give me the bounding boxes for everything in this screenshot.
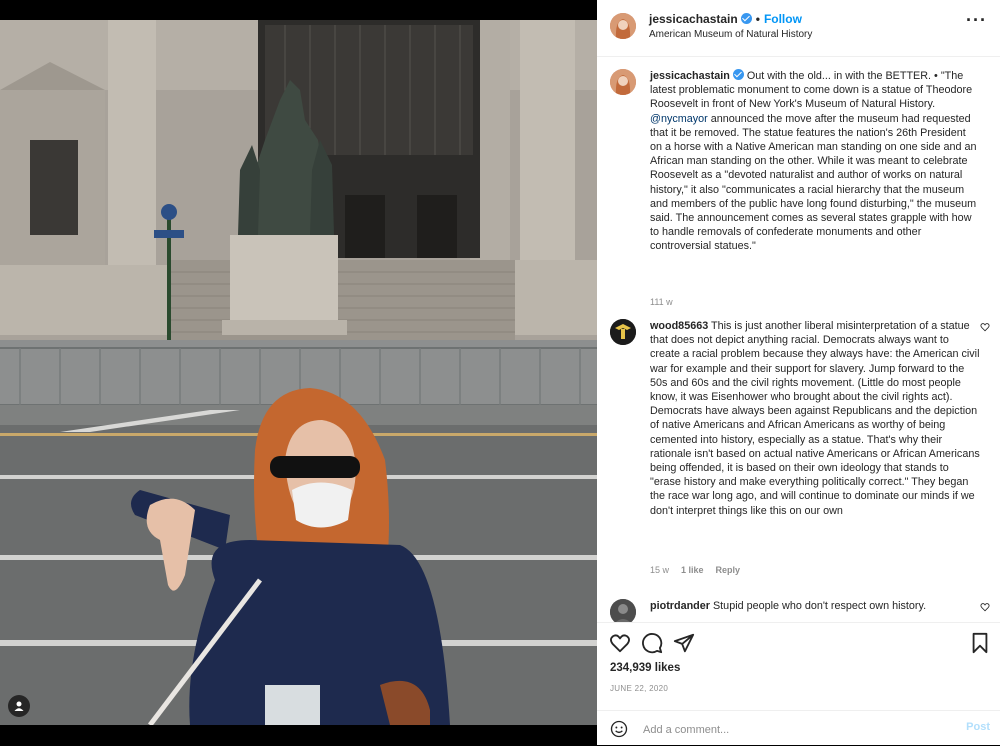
- comment-like-heart-icon[interactable]: [980, 602, 990, 612]
- post-actions: 234,939 likes JUNE 22, 2020: [597, 622, 1000, 711]
- author-avatar[interactable]: [610, 13, 636, 39]
- post-header: jessicachastain • Follow American Museum o…: [597, 0, 1000, 57]
- caption-username[interactable]: jessicachastain: [650, 70, 730, 82]
- comment-like-count[interactable]: 1 like: [681, 565, 704, 575]
- reply-button[interactable]: Reply: [716, 565, 741, 575]
- comment-meta: 15 w 1 like Reply: [650, 565, 740, 575]
- post-comment-button[interactable]: Post: [966, 721, 990, 733]
- mention-link[interactable]: @nycmayor: [650, 113, 708, 125]
- separator-dot: •: [755, 12, 760, 26]
- caption-text-part-2: announced the move after the museum had …: [650, 112, 977, 253]
- comment-age: 15 w: [650, 565, 670, 575]
- comment-username[interactable]: piotrdander: [650, 600, 710, 612]
- author-username[interactable]: jessicachastain: [649, 12, 738, 26]
- comment-body: This is just another liberal misinterpre…: [650, 320, 980, 517]
- follow-button[interactable]: Follow: [764, 12, 802, 26]
- comment-composer: Post: [597, 710, 1000, 746]
- comment-text: wood85663 This is just another liberal m…: [650, 319, 980, 518]
- add-comment-input[interactable]: [641, 720, 945, 740]
- caption-avatar[interactable]: [610, 69, 636, 95]
- post-date: JUNE 22, 2020: [610, 684, 669, 693]
- author-line: jessicachastain • Follow: [649, 12, 802, 26]
- commenter-avatar[interactable]: [610, 599, 636, 622]
- comment-text: piotrdander Stupid people who don't resp…: [650, 599, 980, 613]
- heart-icon[interactable]: [609, 632, 631, 654]
- emoji-smiley-icon[interactable]: [610, 720, 628, 738]
- paper-plane-icon[interactable]: [673, 632, 695, 654]
- comment-bubble-icon[interactable]: [641, 632, 663, 654]
- more-options-icon[interactable]: ···: [966, 10, 987, 31]
- user-tag-icon[interactable]: [8, 695, 30, 717]
- caption-age: 111 w: [650, 297, 673, 307]
- likes-count[interactable]: 234,939 likes: [610, 662, 680, 674]
- comments-section[interactable]: jessicachastain Out with the old... in w…: [597, 57, 1000, 622]
- photo-pane: [0, 0, 597, 745]
- verified-badge-icon: [740, 13, 752, 24]
- bookmark-icon[interactable]: [969, 632, 991, 654]
- comment-like-heart-icon[interactable]: [980, 322, 990, 332]
- comment-body: Stupid people who don't respect own hist…: [712, 600, 927, 612]
- comment-username[interactable]: wood85663: [650, 320, 708, 332]
- post-sidebar: jessicachastain • Follow American Museum o…: [597, 0, 1000, 745]
- location-link[interactable]: American Museum of Natural History: [649, 29, 812, 40]
- verified-badge-icon: [732, 69, 744, 80]
- commenter-avatar[interactable]: [610, 319, 636, 345]
- post-photo[interactable]: [0, 20, 597, 725]
- caption-text: jessicachastain Out with the old... in w…: [650, 69, 980, 254]
